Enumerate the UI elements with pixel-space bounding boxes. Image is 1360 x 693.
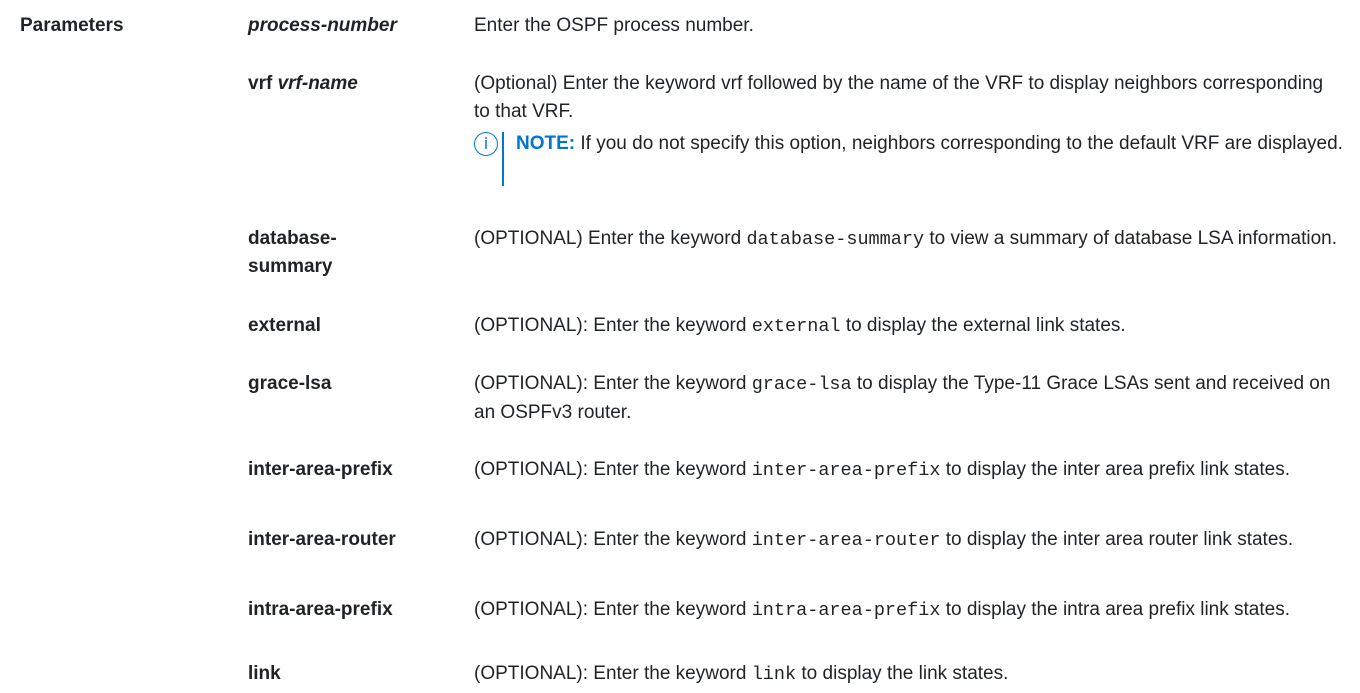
param-desc: (OPTIONAL): Enter the keyword link to di… — [474, 663, 1009, 685]
param-term: vrf vrf-name — [248, 73, 358, 94]
param-desc: Enter the OSPF process number. — [474, 15, 754, 36]
param-term: external — [248, 315, 321, 336]
param-term: inter-area-prefix — [248, 459, 393, 480]
parameters-section: Parameters process-number Enter the OSPF… — [0, 0, 1360, 693]
param-term: grace-lsa — [248, 373, 332, 394]
param-desc: (OPTIONAL): Enter the keyword external t… — [474, 315, 1126, 337]
info-icon: i — [474, 132, 498, 156]
param-term: link — [248, 663, 281, 684]
param-desc: (Optional) Enter the keyword vrf followe… — [474, 70, 1344, 186]
param-desc: (OPTIONAL) Enter the keyword database-su… — [474, 228, 1338, 250]
param-desc: (OPTIONAL): Enter the keyword inter-area… — [474, 529, 1294, 551]
param-desc: (OPTIONAL): Enter the keyword inter-area… — [474, 459, 1291, 481]
vrf-desc-text: (Optional) Enter the keyword vrf followe… — [474, 73, 1324, 122]
note-callout: i NOTE: If you do not specify this optio… — [474, 130, 1344, 186]
param-desc: (OPTIONAL): Enter the keyword intra-area… — [474, 599, 1291, 621]
section-label: Parameters — [20, 15, 124, 36]
param-desc: (OPTIONAL): Enter the keyword grace-lsa … — [474, 373, 1331, 423]
param-term: inter-area-router — [248, 529, 396, 550]
note-label: NOTE: — [516, 133, 576, 154]
param-term: intra-area-prefix — [248, 599, 393, 620]
param-term: database-summary — [248, 228, 337, 277]
note-text: If you do not specify this option, neigh… — [580, 133, 1343, 154]
param-term: process-number — [248, 15, 397, 36]
note-divider — [502, 132, 504, 186]
